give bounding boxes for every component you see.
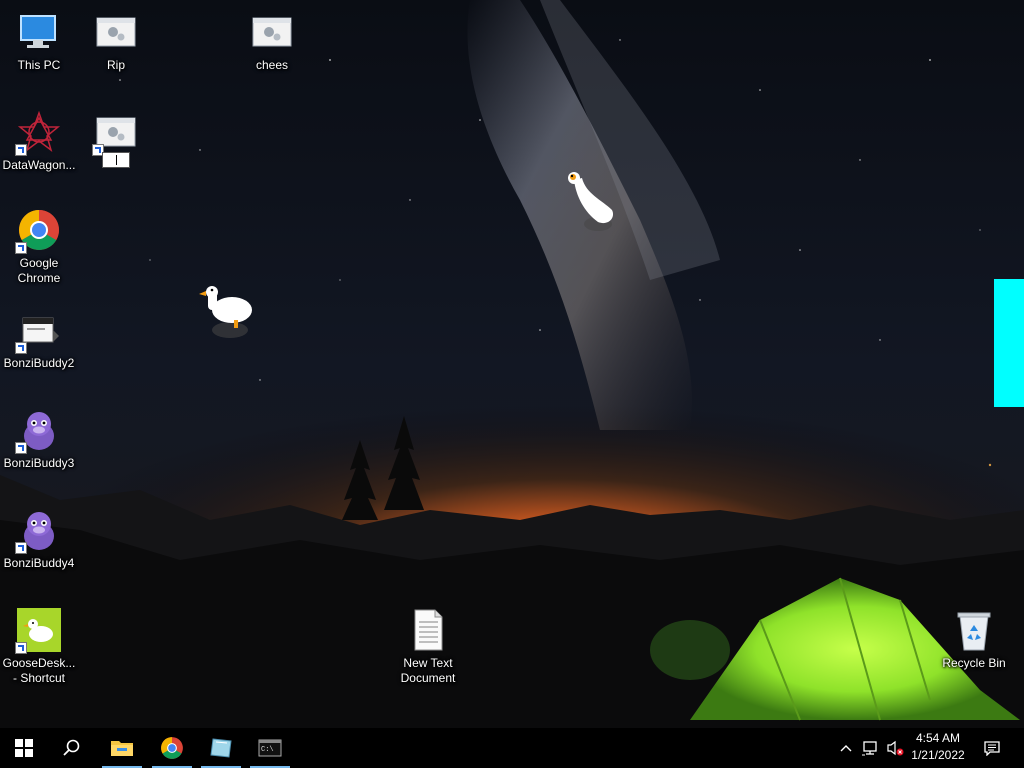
shortcut-arrow-icon bbox=[15, 542, 27, 554]
this-pc-icon-item[interactable]: This PC bbox=[0, 2, 78, 73]
chees-icon-item[interactable]: chees bbox=[233, 2, 311, 73]
chrome-icon bbox=[15, 208, 61, 254]
icon-label: BonziBuddy2 bbox=[3, 356, 75, 370]
settings-window-icon bbox=[92, 110, 138, 156]
shortcut-arrow-icon bbox=[15, 442, 27, 454]
taskbar: C:\ 4:54 AM 1/21/2022 bbox=[0, 728, 1024, 768]
clock-time: 4:54 AM bbox=[915, 731, 961, 745]
icon-label: chees bbox=[255, 58, 289, 72]
taskbar-google-chrome[interactable] bbox=[148, 728, 196, 768]
bonzibuddy2-icon-item[interactable]: BonziBuddy2 bbox=[0, 300, 78, 371]
recycle-bin-icon bbox=[952, 608, 996, 652]
network-icon bbox=[862, 741, 877, 756]
goose-app-icon bbox=[15, 608, 61, 654]
terminal-icon: C:\ bbox=[258, 739, 282, 757]
recycle-bin-icon-item[interactable]: Recycle Bin bbox=[935, 600, 1013, 671]
shortcut-arrow-icon bbox=[15, 242, 27, 254]
settings-window-icon bbox=[250, 10, 294, 54]
computer-monitor-icon bbox=[17, 10, 61, 54]
icon-label: This PC bbox=[17, 58, 61, 72]
text-caret bbox=[116, 155, 117, 165]
volume-button[interactable] bbox=[884, 728, 906, 768]
datawagon-icon-item[interactable]: DataWagon... bbox=[0, 102, 78, 173]
goose-sprite-walking[interactable] bbox=[196, 280, 256, 342]
action-center-button[interactable] bbox=[980, 728, 1004, 768]
folder-window-icon bbox=[15, 308, 61, 354]
icon-label: BonziBuddy4 bbox=[3, 556, 75, 570]
shortcut-arrow-icon bbox=[15, 144, 27, 156]
cyan-panel bbox=[994, 279, 1024, 407]
search-button[interactable] bbox=[48, 728, 96, 768]
new-text-document-icon-item[interactable]: New Text Document bbox=[389, 600, 467, 686]
renaming-icon-item[interactable] bbox=[77, 102, 155, 158]
icon-label: BonziBuddy3 bbox=[3, 456, 75, 470]
goosedesktop-icon-item[interactable]: GooseDesk... - Shortcut bbox=[0, 600, 78, 686]
text-document-icon bbox=[406, 608, 450, 652]
search-icon bbox=[63, 739, 80, 756]
show-hidden-icons-button[interactable] bbox=[836, 728, 856, 768]
icon-label: New Text Document bbox=[400, 656, 456, 685]
svg-text:C:\: C:\ bbox=[261, 746, 274, 754]
folder-icon bbox=[111, 741, 133, 756]
bonzibuddy3-icon-item[interactable]: BonziBuddy3 bbox=[0, 400, 78, 471]
volume-muted-icon bbox=[887, 740, 904, 756]
shortcut-arrow-icon bbox=[15, 342, 27, 354]
rename-input[interactable] bbox=[102, 152, 130, 168]
purple-gorilla-icon bbox=[15, 408, 61, 454]
settings-window-icon bbox=[94, 10, 138, 54]
icon-label: DataWagon... bbox=[2, 158, 76, 172]
start-button[interactable] bbox=[0, 728, 48, 768]
goose-sprite-running[interactable] bbox=[562, 166, 618, 236]
taskbar-file-explorer[interactable] bbox=[98, 728, 146, 768]
icon-label: Recycle Bin bbox=[942, 656, 1006, 670]
notification-icon bbox=[984, 741, 1000, 756]
icon-label: GooseDesk... - Shortcut bbox=[2, 656, 76, 685]
icon-label: Rip bbox=[106, 58, 125, 72]
purple-gorilla-icon bbox=[15, 508, 61, 554]
taskbar-app-window[interactable] bbox=[197, 728, 245, 768]
google-chrome-icon-item[interactable]: Google Chrome bbox=[0, 200, 78, 286]
rip-icon-item[interactable]: Rip bbox=[77, 2, 155, 73]
network-button[interactable] bbox=[860, 728, 882, 768]
clock-date: 1/21/2022 bbox=[911, 748, 965, 762]
chevron-up-icon bbox=[840, 745, 852, 752]
icon-label: Google Chrome bbox=[17, 256, 61, 285]
taskbar-command-prompt[interactable]: C:\ bbox=[246, 728, 294, 768]
clock[interactable]: 4:54 AM 1/21/2022 bbox=[906, 730, 970, 764]
desktop[interactable]: This PC Rip chees DataWagon... Google Ch… bbox=[0, 0, 1024, 728]
chrome-icon bbox=[161, 737, 183, 759]
bonzibuddy4-icon-item[interactable]: BonziBuddy4 bbox=[0, 500, 78, 571]
glass-window-icon bbox=[210, 738, 232, 758]
windows-logo-icon bbox=[15, 739, 33, 757]
datawagon-star-icon bbox=[15, 110, 61, 156]
shortcut-arrow-icon bbox=[15, 642, 27, 654]
